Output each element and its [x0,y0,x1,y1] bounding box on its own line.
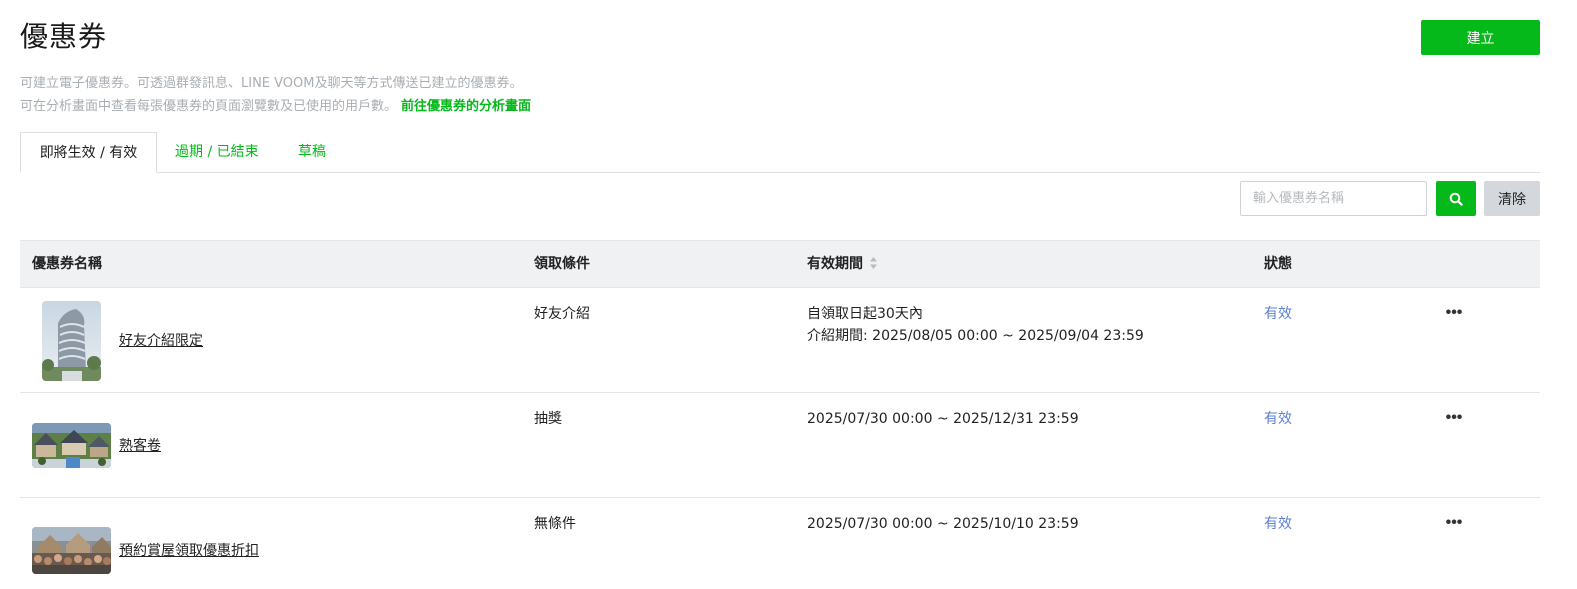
status-badge: 有效 [1264,516,1292,532]
page-description: 可建立電子優惠券。可透過群發訊息、LINE VOOM及聊天等方式傳送已建立的優惠… [20,72,531,118]
coupon-period: 自領取日起30天內 介紹期間: 2025/08/05 00:00 ~ 2025/… [807,303,1144,347]
coupon-period: 2025/07/30 00:00 ~ 2025/10/10 23:59 [807,513,1079,535]
status-badge: 有效 [1264,411,1292,427]
coupon-thumbnail-crowd[interactable] [32,527,111,574]
coupon-condition: 好友介紹 [534,306,590,322]
coupon-thumbnail-houses[interactable] [32,423,111,468]
search-button[interactable] [1436,181,1476,216]
description-line-2: 可在分析畫面中查看每張優惠券的頁面瀏覽數及已使用的用戶數。 前往優惠券的分析畫面 [20,95,531,118]
coupon-period-line-1: 2025/07/30 00:00 ~ 2025/10/10 23:59 [807,516,1079,532]
description-line-1: 可建立電子優惠券。可透過群發訊息、LINE VOOM及聊天等方式傳送已建立的優惠… [20,76,523,91]
create-button[interactable]: 建立 [1421,20,1540,55]
clear-button[interactable]: 清除 [1484,181,1540,216]
column-header-status: 狀態 [1264,256,1292,272]
coupon-condition: 抽獎 [534,411,562,427]
coupon-name-link[interactable]: 熟客卷 [119,435,161,455]
coupon-period-line-2: 介紹期間: 2025/08/05 00:00 ~ 2025/09/04 23:5… [807,328,1144,344]
tab-active-valid[interactable]: 即將生效 / 有效 [20,132,157,173]
analysis-link[interactable]: 前往優惠券的分析畫面 [401,99,531,114]
table-header: 優惠券名稱 領取條件 有效期間 狀態 [20,240,1540,288]
more-options-button[interactable]: ••• [1440,512,1468,534]
column-header-period-label: 有效期間 [807,256,863,272]
column-header-name: 優惠券名稱 [32,256,102,272]
description-line-2-text: 可在分析畫面中查看每張優惠券的頁面瀏覽數及已使用的用戶數。 [20,99,398,114]
coupon-name-link[interactable]: 好友介紹限定 [119,330,203,350]
coupon-period-line-1: 2025/07/30 00:00 ~ 2025/12/31 23:59 [807,411,1079,427]
coupon-search-input[interactable] [1240,181,1427,216]
coupon-period-line-1: 自領取日起30天內 [807,306,923,322]
coupon-page: 優惠券 建立 可建立電子優惠券。可透過群發訊息、LINE VOOM及聊天等方式傳… [0,0,1577,589]
coupon-period: 2025/07/30 00:00 ~ 2025/12/31 23:59 [807,408,1079,430]
page-title: 優惠券 [20,20,108,53]
column-header-period[interactable]: 有效期間 [807,241,878,287]
coupon-name-link[interactable]: 預約賞屋領取優惠折扣 [119,540,259,560]
more-options-button[interactable]: ••• [1440,302,1468,324]
tab-drafts[interactable]: 草稿 [298,132,326,172]
tab-expired[interactable]: 過期 / 已結束 [175,132,259,172]
sort-icon[interactable] [869,256,878,270]
column-header-condition: 領取條件 [534,256,590,272]
table-row: 預約賞屋領取優惠折扣 無條件 2025/07/30 00:00 ~ 2025/1… [20,498,1540,589]
search-icon [1449,192,1463,206]
coupon-condition: 無條件 [534,516,576,532]
status-badge: 有效 [1264,306,1292,322]
more-options-button[interactable]: ••• [1440,407,1468,429]
tab-bar: 即將生效 / 有效 過期 / 已結束 草稿 [20,132,1540,173]
table-row: 好友介紹限定 好友介紹 自領取日起30天內 介紹期間: 2025/08/05 0… [20,288,1540,393]
table-row: 熟客卷 抽獎 2025/07/30 00:00 ~ 2025/12/31 23:… [20,393,1540,498]
coupon-thumbnail-building[interactable] [42,301,101,381]
